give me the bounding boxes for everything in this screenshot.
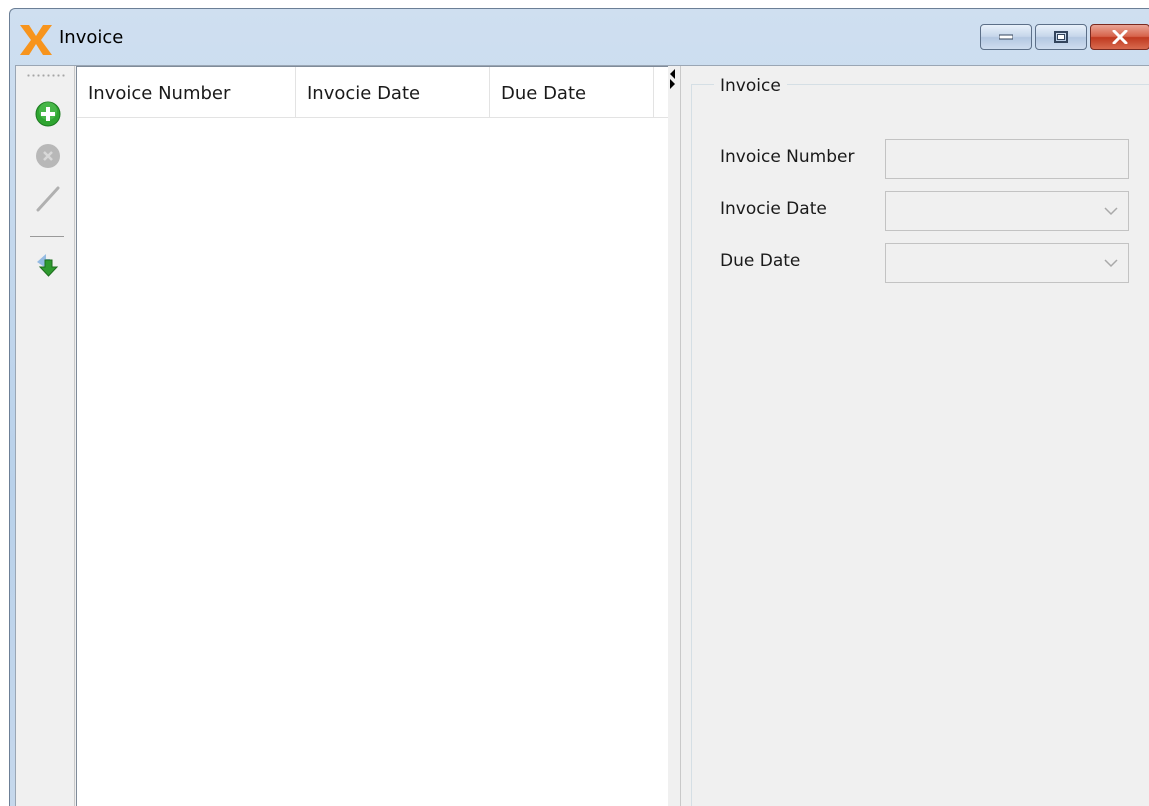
grid-header: Invoice Number Invocie Date Due Date [77, 67, 668, 118]
add-button[interactable] [34, 100, 62, 128]
close-icon [1112, 30, 1128, 44]
invoice-number-field[interactable] [885, 139, 1129, 179]
import-button[interactable] [34, 250, 62, 278]
due-date-dropdown[interactable] [885, 243, 1129, 283]
toolbar-grip[interactable] [26, 74, 66, 77]
close-button[interactable] [1090, 24, 1149, 50]
panel-splitter[interactable] [668, 66, 681, 806]
invoice-grid[interactable]: Invoice Number Invocie Date Due Date [76, 66, 669, 806]
restore-icon [1054, 31, 1068, 43]
invoice-window: Invoice Invoice Number Invocie Date Due … [9, 8, 1149, 806]
invoice-date-label: Invocie Date [720, 199, 827, 219]
column-header-invoice-number[interactable]: Invoice Number [77, 67, 296, 117]
chevron-down-icon[interactable] [1104, 258, 1118, 268]
column-header-due-date[interactable]: Due Date [490, 67, 654, 117]
delete-button[interactable] [34, 142, 62, 170]
chevron-down-icon[interactable] [1104, 206, 1118, 216]
groupbox-title: Invoice [714, 76, 787, 96]
vertical-toolbar [16, 66, 75, 806]
invoice-groupbox: Invoice Invoice Number Invocie Date Due … [691, 76, 1149, 806]
column-header-invoice-date[interactable]: Invocie Date [296, 67, 490, 117]
edit-button[interactable] [34, 184, 62, 212]
add-icon [35, 101, 61, 127]
minimize-icon [999, 34, 1013, 40]
title-bar[interactable]: Invoice [10, 9, 1149, 65]
client-area: Invoice Number Invocie Date Due Date Inv… [15, 65, 1149, 806]
delete-icon [36, 144, 60, 168]
app-logo-icon [20, 25, 52, 55]
restore-button[interactable] [1035, 24, 1087, 50]
minimize-button[interactable] [980, 24, 1032, 50]
edit-icon [36, 186, 60, 212]
toolbar-separator [30, 236, 64, 237]
detail-panel: Invoice Invoice Number Invocie Date Due … [681, 66, 1149, 806]
import-icon [37, 254, 59, 277]
invoice-date-dropdown[interactable] [885, 191, 1129, 231]
splitter-arrows-icon[interactable] [669, 68, 677, 90]
invoice-number-label: Invoice Number [720, 147, 855, 167]
window-title: Invoice [59, 27, 124, 48]
due-date-label: Due Date [720, 251, 801, 271]
